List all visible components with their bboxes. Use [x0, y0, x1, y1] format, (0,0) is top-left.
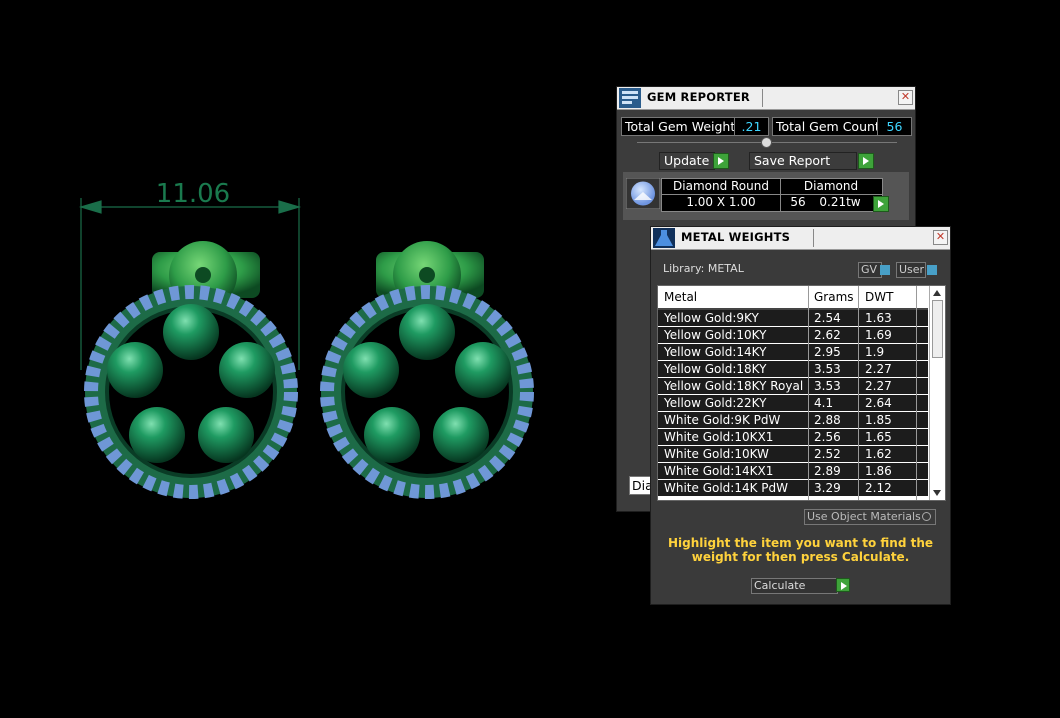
scroll-thumb[interactable] [932, 300, 943, 358]
column-dwt[interactable]: DWT [865, 290, 893, 304]
cell-dwt: 2.12 [865, 481, 892, 495]
use-object-materials-checkbox[interactable]: Use Object Materials [804, 509, 936, 525]
earring-left [84, 241, 298, 499]
cell-metal: Yellow Gold:18KY Royal [664, 379, 804, 393]
cell-metal: Yellow Gold:10KY [664, 328, 767, 342]
total-gem-weight-value: .21 [734, 117, 769, 136]
table-header: Metal Grams DWT [658, 286, 928, 310]
cell-dwt: 1.62 [865, 447, 892, 461]
cell-metal: Yellow Gold:18KY [664, 362, 767, 376]
cell-grams: 2.54 [814, 311, 841, 325]
cell-dwt: 1.69 [865, 328, 892, 342]
cell-grams: 3.53 [814, 379, 841, 393]
close-icon[interactable]: ✕ [898, 90, 913, 105]
table-row[interactable]: Yellow Gold:14KY 2.95 1.9 [658, 344, 928, 361]
cell-grams: 3.29 [814, 481, 841, 495]
calculate-button[interactable]: Calculate [751, 578, 838, 594]
diamond-thumbnail-icon[interactable] [626, 178, 660, 209]
cell-grams: 2.52 [814, 447, 841, 461]
table-row[interactable]: White Gold:9K PdW 2.88 1.85 [658, 412, 928, 429]
cell-metal: White Gold:10KW [664, 447, 769, 461]
column-grams[interactable]: Grams [814, 290, 854, 304]
total-gem-count-label: Total Gem Count [772, 117, 880, 136]
cell-grams: 4.1 [814, 396, 834, 410]
total-gem-weight-label: Total Gem Weight [621, 117, 738, 136]
radio-icon[interactable] [922, 512, 931, 521]
cell-grams: 2.89 [814, 464, 841, 478]
gem-list: Diamond Round Diamond 1.00 X 1.00 56 0.2… [623, 172, 909, 220]
gem-size: 1.00 X 1.00 [686, 195, 756, 209]
gem-reporter-titlebar[interactable]: GEM REPORTER ✕ [617, 87, 915, 110]
gem-reporter-icon [619, 88, 641, 108]
table-row[interactable]: Yellow Gold:18KY Royal 3.53 2.27 [658, 378, 928, 395]
scroll-up-icon[interactable] [933, 290, 941, 296]
cell-metal: White Gold:10KX1 [664, 430, 774, 444]
table-row[interactable]: Yellow Gold:22KY 4.1 2.64 [658, 395, 928, 412]
cell-dwt: 1.85 [865, 413, 892, 427]
gem-count: 56 [790, 195, 806, 209]
save-report-button[interactable]: Save Report [749, 152, 857, 170]
table-row[interactable]: White Gold:10KX1 2.56 1.65 [658, 429, 928, 446]
table-row[interactable]: White Gold:10KW 2.52 1.62 [658, 446, 928, 463]
table-row[interactable]: Yellow Gold:10KY 2.62 1.69 [658, 327, 928, 344]
user-toggle-icon[interactable] [927, 265, 937, 275]
cell-dwt: 2.27 [865, 362, 892, 376]
cell-grams: 2.88 [814, 413, 841, 427]
metal-weights-titlebar[interactable]: METAL WEIGHTS ✕ [651, 227, 950, 250]
table-row[interactable]: Yellow Gold:9KY 2.54 1.63 [658, 310, 928, 327]
cell-dwt: 2.27 [865, 379, 892, 393]
gem-type: Diamond [803, 179, 859, 193]
gv-toggle-icon[interactable] [880, 265, 890, 275]
gem-go-icon[interactable] [873, 196, 889, 212]
library-label: Library: METAL [663, 262, 744, 275]
cell-metal: Yellow Gold:14KY [664, 345, 767, 359]
gem-info-table[interactable]: Diamond Round Diamond 1.00 X 1.00 56 0.2… [661, 178, 883, 212]
cell-grams: 3.53 [814, 362, 841, 376]
table-row[interactable]: Yellow Gold:18KY 3.53 2.27 [658, 361, 928, 378]
scroll-down-icon[interactable] [933, 490, 941, 496]
gem-reporter-title: GEM REPORTER [647, 90, 750, 104]
close-icon[interactable]: ✕ [933, 230, 948, 245]
update-button[interactable]: Update [659, 152, 715, 170]
cell-grams: 2.62 [814, 328, 841, 342]
earring-right [320, 241, 534, 499]
gem-weight: 0.21tw [819, 195, 861, 209]
calculate-go-icon[interactable] [836, 578, 850, 592]
slider-handle[interactable] [761, 137, 772, 148]
cell-grams: 2.95 [814, 345, 841, 359]
table-row[interactable]: White Gold:14KX1 2.89 1.86 [658, 463, 928, 480]
dimension-label: 11.06 [156, 179, 230, 209]
user-toggle[interactable]: User [896, 262, 926, 278]
cell-metal: Yellow Gold:9KY [664, 311, 759, 325]
column-metal[interactable]: Metal [664, 290, 697, 304]
cell-metal: Yellow Gold:22KY [664, 396, 767, 410]
gem-name: Diamond Round [673, 179, 769, 193]
cell-dwt: 1.63 [865, 311, 892, 325]
table-scrollbar[interactable] [929, 286, 945, 500]
cell-metal: White Gold:14K PdW [664, 481, 789, 495]
gv-toggle[interactable]: GV [858, 262, 882, 278]
flask-icon [653, 228, 675, 248]
save-report-go-icon[interactable] [858, 153, 874, 169]
update-go-icon[interactable] [713, 153, 729, 169]
cell-metal: White Gold:14KX1 [664, 464, 774, 478]
cell-grams: 2.56 [814, 430, 841, 444]
cell-dwt: 1.86 [865, 464, 892, 478]
cell-metal: White Gold:9K PdW [664, 413, 781, 427]
table-row[interactable]: White Gold:14K PdW 3.29 2.12 [658, 480, 928, 497]
metal-table[interactable]: Metal Grams DWT Yellow Gold:9KY 2.54 1.63 Y… [657, 285, 946, 501]
instruction-text: Highlight the item you want to find the … [667, 536, 934, 564]
metal-weights-title: METAL WEIGHTS [681, 230, 791, 244]
metal-weights-panel: METAL WEIGHTS ✕ Library: METAL GV User M… [650, 226, 951, 605]
cell-dwt: 1.9 [865, 345, 885, 359]
cell-dwt: 1.65 [865, 430, 892, 444]
total-gem-count-value: 56 [877, 117, 912, 136]
cell-dwt: 2.64 [865, 396, 892, 410]
